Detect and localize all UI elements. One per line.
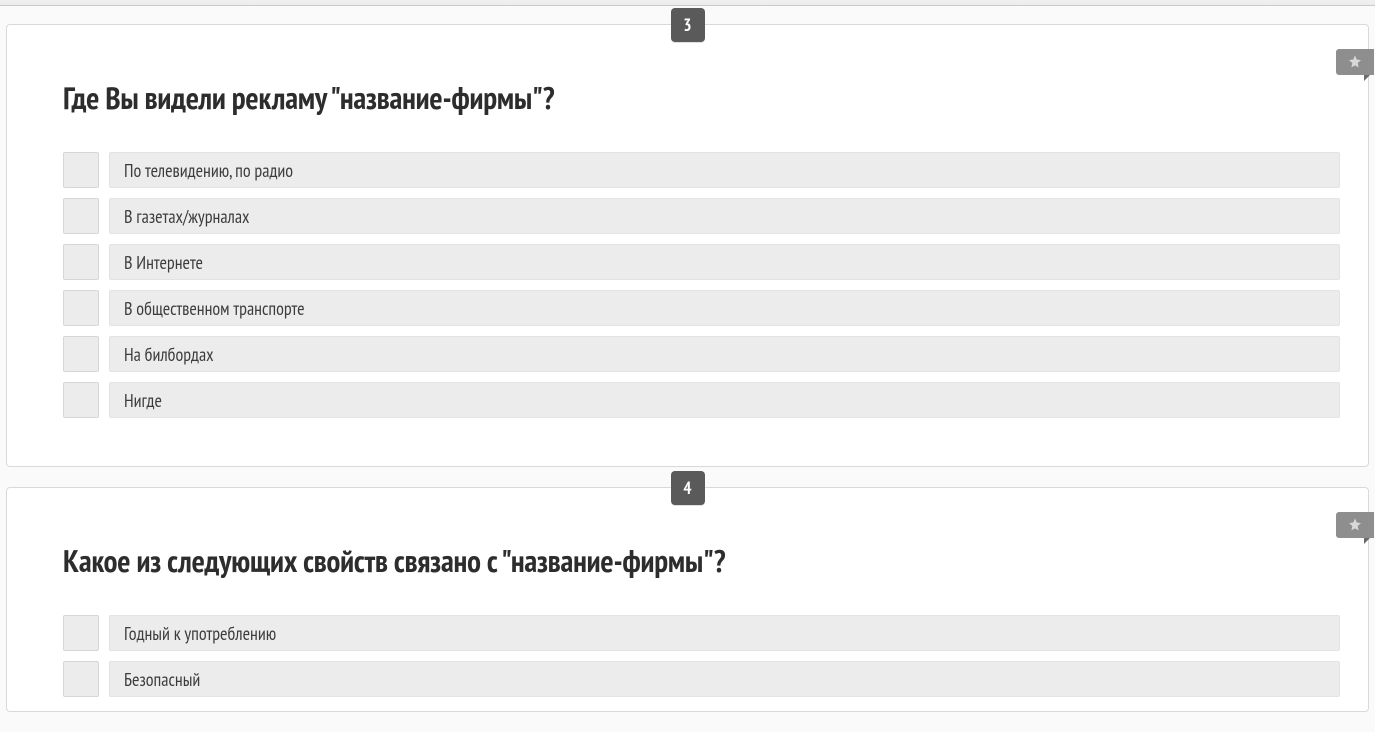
question-title: Какое из следующих свойств связано с "на…	[63, 542, 1340, 579]
option-row: Безопасный	[63, 661, 1340, 697]
option-row: В газетах/журналах	[63, 198, 1340, 234]
option-label[interactable]: По телевидению, по радио	[109, 152, 1340, 188]
question-title: Где Вы видели рекламу "название-фирмы"?	[63, 79, 1340, 116]
option-label[interactable]: В общественном транспорте	[109, 290, 1340, 326]
option-label[interactable]: В газетах/журналах	[109, 198, 1340, 234]
option-label[interactable]: Годный к употреблению	[109, 615, 1340, 651]
option-row: На билбордах	[63, 336, 1340, 372]
option-checkbox[interactable]	[63, 152, 99, 188]
question-card: 3 Где Вы видели рекламу "название-фирмы"…	[6, 24, 1369, 467]
star-button[interactable]	[1336, 49, 1374, 75]
page-top-divider	[0, 0, 1375, 6]
option-checkbox[interactable]	[63, 382, 99, 418]
survey-page: 3 Где Вы видели рекламу "название-фирмы"…	[0, 24, 1375, 712]
option-label[interactable]: В Интернете	[109, 244, 1340, 280]
option-row: Нигде	[63, 382, 1340, 418]
option-checkbox[interactable]	[63, 290, 99, 326]
star-icon	[1347, 517, 1363, 533]
option-checkbox[interactable]	[63, 615, 99, 651]
option-checkbox[interactable]	[63, 661, 99, 697]
option-checkbox[interactable]	[63, 198, 99, 234]
question-card: 4 Какое из следующих свойств связано с "…	[6, 487, 1369, 712]
option-label[interactable]: На билбордах	[109, 336, 1340, 372]
question-number-badge: 4	[671, 471, 705, 505]
option-row: В Интернете	[63, 244, 1340, 280]
option-label[interactable]: Нигде	[109, 382, 1340, 418]
option-row: Годный к употреблению	[63, 615, 1340, 651]
question-number-badge: 3	[671, 8, 705, 42]
option-checkbox[interactable]	[63, 336, 99, 372]
option-label[interactable]: Безопасный	[109, 661, 1340, 697]
option-row: По телевидению, по радио	[63, 152, 1340, 188]
option-row: В общественном транспорте	[63, 290, 1340, 326]
star-button[interactable]	[1336, 512, 1374, 538]
star-icon	[1347, 54, 1363, 70]
option-checkbox[interactable]	[63, 244, 99, 280]
